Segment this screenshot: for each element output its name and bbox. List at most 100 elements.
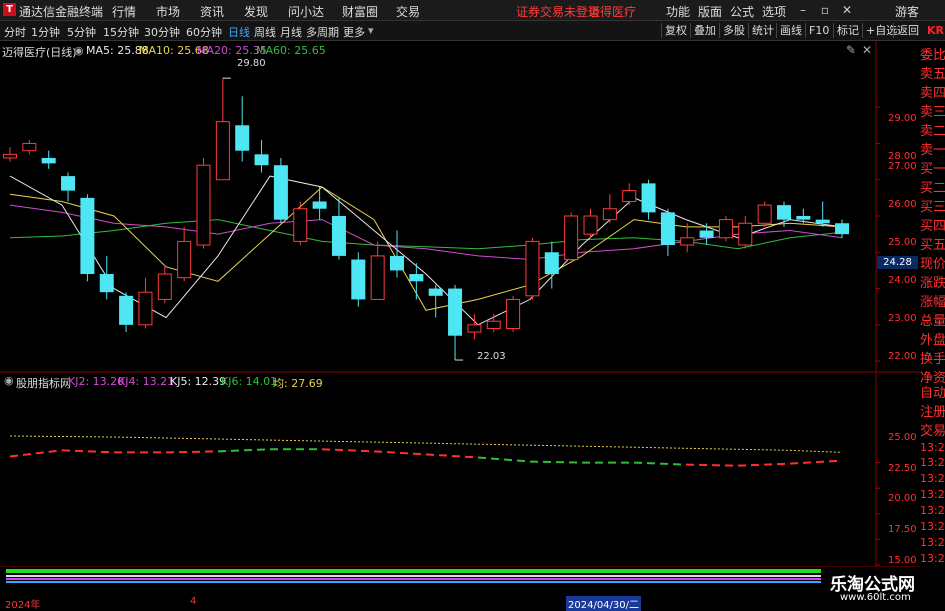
chart-settings-icon[interactable]: ✎ bbox=[846, 43, 856, 57]
period-multi[interactable]: 多周期 bbox=[306, 24, 339, 40]
period-weekly[interactable]: 周线 bbox=[254, 24, 276, 40]
menu-caifuquan[interactable]: 财富圈 bbox=[342, 3, 378, 20]
quote-label[interactable]: 现价 bbox=[920, 255, 945, 274]
candle bbox=[641, 179, 656, 220]
period-30min[interactable]: 30分钟 bbox=[144, 24, 180, 40]
candle-body bbox=[351, 259, 366, 300]
candle-body bbox=[641, 183, 656, 213]
tick-time: 13:26 bbox=[920, 456, 945, 469]
period-1min[interactable]: 1分钟 bbox=[31, 24, 60, 40]
f10-button[interactable]: F10 bbox=[805, 23, 832, 38]
watermark-url: www.60lt.com bbox=[840, 592, 911, 603]
quote-label[interactable]: 总量 bbox=[920, 312, 945, 331]
menu-banmian[interactable]: 版面 bbox=[698, 3, 722, 20]
overlay-button[interactable]: 叠加 bbox=[690, 23, 719, 38]
candle-body bbox=[602, 208, 617, 221]
signal-segment bbox=[321, 448, 375, 453]
maximize-icon[interactable]: ▫ bbox=[815, 2, 835, 18]
period-more[interactable]: 更多 bbox=[343, 24, 365, 40]
quote-label[interactable]: 卖五 bbox=[920, 65, 945, 84]
candle-body bbox=[757, 204, 772, 224]
indicator-settings-icon[interactable]: ◉ bbox=[4, 374, 14, 387]
candle bbox=[622, 183, 637, 206]
candle-body bbox=[738, 222, 753, 246]
period-fenshi[interactable]: 分时 bbox=[4, 24, 26, 40]
candle bbox=[660, 208, 675, 256]
signal-segment bbox=[530, 460, 583, 464]
kr-button[interactable]: KR bbox=[924, 23, 945, 38]
menu-wenxiaoda[interactable]: 问小达 bbox=[288, 3, 324, 20]
period-daily[interactable]: 日线 bbox=[228, 24, 250, 40]
minimize-icon[interactable]: – bbox=[793, 2, 813, 18]
chart-close-icon[interactable]: ✕ bbox=[862, 43, 872, 57]
menu-hangqing[interactable]: 行情 bbox=[112, 3, 136, 20]
candle bbox=[119, 292, 134, 333]
trade-panel: 自动 注册 交易 bbox=[920, 384, 945, 441]
period-60min[interactable]: 60分钟 bbox=[186, 24, 222, 40]
candle-body bbox=[215, 121, 230, 181]
ma-lines bbox=[9, 175, 843, 326]
candle bbox=[467, 313, 482, 340]
period-monthly[interactable]: 月线 bbox=[280, 24, 302, 40]
period-5min[interactable]: 5分钟 bbox=[67, 24, 96, 40]
menu-faxian[interactable]: 发现 bbox=[244, 3, 268, 20]
register-label[interactable]: 注册 bbox=[920, 403, 945, 422]
price-tick: 23.00 bbox=[888, 313, 917, 324]
period-15min[interactable]: 15分钟 bbox=[103, 24, 139, 40]
tick-time: 13:27 bbox=[920, 472, 945, 485]
quote-label[interactable]: 委比 bbox=[920, 46, 945, 65]
menu-jiaoyi[interactable]: 交易 bbox=[396, 3, 420, 20]
quote-panel: 委比 卖五 卖四 卖三 卖二 卖一 买一 买二 买三 买四 买五 现价 涨跌 涨… bbox=[920, 46, 945, 407]
quote-label[interactable]: 买二 bbox=[920, 179, 945, 198]
more-chevron-icon[interactable]: ▾ bbox=[368, 24, 374, 37]
candle-body bbox=[680, 237, 695, 246]
price-tick: 25.00 bbox=[888, 237, 917, 248]
menu-xuanxiang[interactable]: 选项 bbox=[762, 3, 786, 20]
ma-settings-icon[interactable]: ◉ bbox=[74, 44, 84, 57]
ma20-line bbox=[9, 204, 843, 261]
signal-segment bbox=[373, 450, 427, 456]
quote-label[interactable]: 买一 bbox=[920, 160, 945, 179]
candle-body bbox=[312, 201, 327, 209]
draw-line-button[interactable]: 画线 bbox=[776, 23, 805, 38]
candle-body bbox=[293, 208, 308, 242]
menu-gongneng[interactable]: 功能 bbox=[666, 3, 690, 20]
auto-label[interactable]: 自动 bbox=[920, 384, 945, 403]
multi-stock-button[interactable]: 多股 bbox=[719, 23, 748, 38]
candle bbox=[196, 157, 211, 249]
quote-label[interactable]: 换手 bbox=[920, 350, 945, 369]
current-stock-name: 迈得医疗 bbox=[588, 5, 637, 19]
quote-label[interactable]: 外盘 bbox=[920, 331, 945, 350]
candle bbox=[138, 277, 153, 329]
quote-label[interactable]: 卖三 bbox=[920, 103, 945, 122]
quote-label[interactable]: 卖一 bbox=[920, 141, 945, 160]
trade-label[interactable]: 交易 bbox=[920, 422, 945, 441]
quote-label[interactable]: 涨幅 bbox=[920, 293, 945, 312]
back-button[interactable]: 返回 bbox=[893, 23, 922, 38]
chart-scrollbar[interactable] bbox=[0, 567, 822, 585]
quote-label[interactable]: 卖四 bbox=[920, 84, 945, 103]
indicator-lines bbox=[9, 435, 843, 467]
statistics-button[interactable]: 统计 bbox=[748, 23, 777, 38]
candle-body bbox=[196, 164, 211, 246]
tick-time: 13:26 bbox=[920, 441, 945, 454]
quote-label[interactable]: 买五 bbox=[920, 236, 945, 255]
quote-label[interactable]: 卖二 bbox=[920, 122, 945, 141]
close-icon[interactable]: ✕ bbox=[837, 2, 857, 18]
quote-label[interactable]: 涨跌 bbox=[920, 274, 945, 293]
candle bbox=[486, 313, 501, 333]
current-price-tag: 24.28 bbox=[877, 256, 918, 269]
candle-body bbox=[815, 219, 830, 224]
fuquan-button[interactable]: 复权 bbox=[661, 23, 690, 38]
quote-label[interactable]: 买四 bbox=[920, 217, 945, 236]
menu-zixun[interactable]: 资讯 bbox=[200, 3, 224, 20]
candle bbox=[718, 216, 733, 242]
menu-shichang[interactable]: 市场 bbox=[156, 3, 180, 20]
candle-body bbox=[22, 142, 37, 152]
quote-label[interactable]: 买三 bbox=[920, 198, 945, 217]
candle bbox=[428, 284, 443, 318]
mark-button[interactable]: 标记 bbox=[833, 23, 862, 38]
menu-gongshi[interactable]: 公式 bbox=[730, 3, 754, 20]
kline-chart[interactable] bbox=[0, 40, 920, 567]
guest-user[interactable]: 游客 bbox=[895, 3, 919, 20]
